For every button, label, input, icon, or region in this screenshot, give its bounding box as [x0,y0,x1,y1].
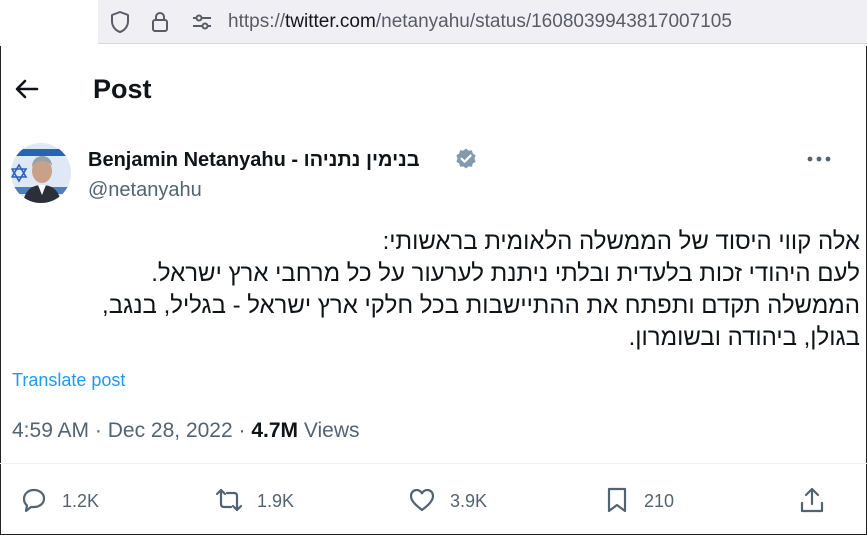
divider [0,463,867,464]
views-count: 4.7M [251,419,299,442]
url-scheme: https:// [228,11,286,32]
more-options-icon[interactable] [804,146,834,172]
browser-toolbar: https://twitter.com/netanyahu/status/160… [0,0,867,46]
meta-separator: · [89,419,108,442]
reply-button[interactable]: 1.2K [20,486,110,516]
shield-icon[interactable] [108,10,132,34]
author-handle[interactable]: @netanyahu [88,177,202,203]
tweet-text: אלה קווי היסוד של הממשלה הלאומית בראשותי… [40,226,860,354]
post-time[interactable]: 4:59 AM [12,419,89,442]
bookmark-count: 210 [644,491,675,511]
post-metadata: 4:59 AM · Dec 28, 2022 · 4.7M Views [12,417,360,445]
url-text[interactable]: https://twitter.com/netanyahu/status/160… [228,10,732,34]
share-icon [800,487,824,513]
avatar[interactable] [11,143,71,203]
reply-count: 1.2K [62,491,100,511]
url-host: twitter.com [285,11,376,32]
bookmark-button[interactable]: 210 [604,486,694,516]
meta-separator: · [232,419,252,442]
repost-count: 1.9K [257,491,295,511]
repost-button[interactable]: 1.9K [213,486,303,516]
bookmark-icon [607,487,627,513]
tweet-line: לעם היהודי זכות בלעדית ובלתי ניתנת לערעו… [151,260,860,287]
reply-icon [22,488,46,513]
post-date[interactable]: Dec 28, 2022 [108,419,233,442]
tweet-line: בגולן, ביהודה ובשומרון. [628,324,860,351]
lock-icon[interactable] [148,10,172,34]
author-name[interactable]: Benjamin Netanyahu - בנימין נתניהו [88,147,420,173]
tweet-line: הממשלה תקדם ותפתח את ההתיישבות בכל חלקי … [102,292,860,319]
like-count: 3.9K [450,491,488,511]
page-header: Post [0,62,867,116]
url-path: /netanyahu/status/1608039943817007105 [375,11,732,32]
views-label: Views [298,419,360,442]
heart-icon [409,488,435,512]
like-button[interactable]: 3.9K [408,486,498,516]
permissions-icon[interactable] [190,10,214,34]
page-title: Post [93,74,152,104]
verified-badge-icon[interactable] [454,147,478,171]
back-arrow-icon[interactable] [12,74,42,104]
tweet-line: אלה קווי היסוד של הממשלה הלאומית בראשותי… [382,228,860,255]
share-button[interactable] [798,486,828,516]
translate-post-link[interactable]: Translate post [12,368,125,392]
repost-icon [215,488,243,512]
